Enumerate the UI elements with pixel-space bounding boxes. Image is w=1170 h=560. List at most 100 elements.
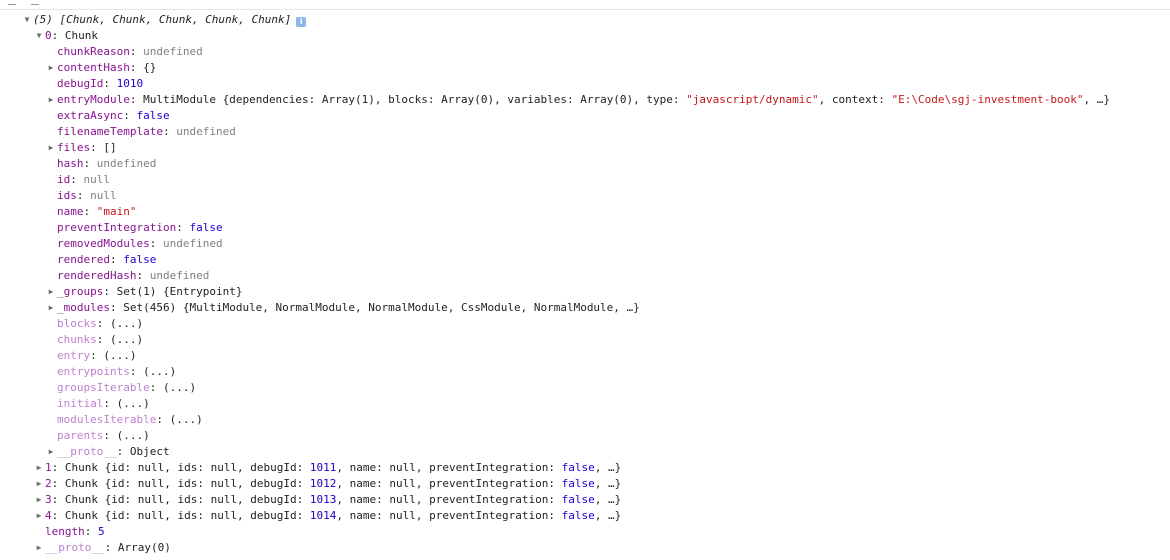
tree-row[interactable]: ▶ _groups: Set(1) {Entrypoint} xyxy=(0,284,1170,300)
tree-row: hash: undefined xyxy=(0,156,1170,172)
key-separator: : xyxy=(51,509,65,522)
property-value: false xyxy=(123,253,157,266)
console-output: ▼ (5) [Chunk, Chunk, Chunk, Chunk, Chunk… xyxy=(0,12,1170,560)
tree-row[interactable]: ▶ 3: Chunk {id: null, ids: null, debugId:… xyxy=(0,492,1170,508)
property-key: chunks xyxy=(57,333,97,346)
expand-down-icon[interactable]: ▼ xyxy=(23,12,31,28)
property-key: entrypoints xyxy=(57,365,130,378)
tree-row: length: 5 xyxy=(0,524,1170,540)
property-key: _groups xyxy=(57,285,104,298)
lazy-getter-value[interactable]: (...) xyxy=(110,317,143,330)
property-value: null xyxy=(90,189,117,202)
key-separator: : xyxy=(51,477,65,490)
key-separator: : xyxy=(109,301,124,314)
lazy-getter-value[interactable]: (...) xyxy=(110,333,143,346)
tree-row[interactable]: ▶ 1: Chunk {id: null, ids: null, debugId:… xyxy=(0,460,1170,476)
array-summary: (5) [Chunk, Chunk, Chunk, Chunk, Chunk] xyxy=(33,13,292,26)
property-key: 2 xyxy=(45,477,52,490)
tree-row: id: null xyxy=(0,172,1170,188)
key-separator: : xyxy=(176,221,190,234)
property-key: ids xyxy=(57,189,77,202)
property-value-part: , …} xyxy=(1083,93,1111,106)
property-value: false xyxy=(136,109,170,122)
tree-row: ids: null xyxy=(0,188,1170,204)
lazy-getter-value[interactable]: (...) xyxy=(103,349,136,362)
tree-row: debugId: 1010 xyxy=(0,76,1170,92)
key-separator: : xyxy=(162,125,177,138)
lazy-getter-value[interactable]: (...) xyxy=(117,397,150,410)
expand-right-icon[interactable]: ▶ xyxy=(35,492,43,508)
property-value: [] xyxy=(103,141,117,154)
expand-right-icon[interactable]: ▶ xyxy=(35,460,43,476)
expand-down-icon[interactable]: ▼ xyxy=(35,28,43,44)
tree-row: groupsIterable: (...) xyxy=(0,380,1170,396)
key-separator: : xyxy=(51,493,65,506)
array-header-row[interactable]: ▼ (5) [Chunk, Chunk, Chunk, Chunk, Chunk… xyxy=(0,12,1170,28)
property-value-part: false xyxy=(561,493,595,506)
property-key: debugId xyxy=(57,77,104,90)
property-value: Set(456) {MultiModule, NormalModule, Nor… xyxy=(123,301,640,314)
key-separator: : xyxy=(116,445,130,458)
property-key: contentHash xyxy=(57,61,130,74)
property-value: null xyxy=(83,173,111,186)
lazy-getter-value[interactable]: (...) xyxy=(163,381,196,394)
tree-row: entry: (...) xyxy=(0,348,1170,364)
property-key: 0 xyxy=(45,29,52,42)
property-key: blocks xyxy=(57,317,97,330)
key-separator: : xyxy=(83,205,97,218)
property-key: entry xyxy=(57,349,91,362)
key-separator: : xyxy=(83,157,97,170)
lazy-getter-value[interactable]: (...) xyxy=(170,413,203,426)
property-value-part: , name: null, preventIntegration: xyxy=(336,461,562,474)
tree-row[interactable]: ▶ entryModule: MultiModule {dependencies:… xyxy=(0,92,1170,108)
tree-row: extraAsync: false xyxy=(0,108,1170,124)
property-value-part: "javascript/dynamic" xyxy=(686,93,819,106)
expand-right-icon[interactable]: ▶ xyxy=(35,476,43,492)
key-separator: : xyxy=(96,333,110,346)
property-value: undefined xyxy=(162,237,223,250)
key-separator: : xyxy=(70,173,84,186)
key-separator: : xyxy=(103,77,117,90)
tree-row[interactable]: ▶ 2: Chunk {id: null, ids: null, debugId:… xyxy=(0,476,1170,492)
property-key: name xyxy=(57,205,84,218)
expand-right-icon[interactable]: ▶ xyxy=(47,92,55,108)
property-key: files xyxy=(57,141,91,154)
info-icon[interactable]: i xyxy=(296,17,307,27)
property-key: __proto__ xyxy=(57,445,117,458)
property-value-part: , name: null, preventIntegration: xyxy=(336,509,562,522)
tree-row: name: "main" xyxy=(0,204,1170,220)
key-separator: : xyxy=(156,413,170,426)
expand-right-icon[interactable]: ▶ xyxy=(47,140,55,156)
lazy-getter-value[interactable]: (...) xyxy=(143,365,176,378)
tree-row: parents: (...) xyxy=(0,428,1170,444)
tree-row[interactable]: ▶ files: [] xyxy=(0,140,1170,156)
key-separator: : xyxy=(51,461,65,474)
property-value-part: 1011 xyxy=(309,461,337,474)
devtools-top-strip xyxy=(0,0,1170,10)
lazy-getter-value[interactable]: (...) xyxy=(117,429,150,442)
key-separator: : xyxy=(84,525,98,538)
property-value-part: , …} xyxy=(594,493,622,506)
tree-row[interactable]: ▼ 0: Chunk xyxy=(0,28,1170,44)
property-key: __proto__ xyxy=(45,541,105,554)
key-separator: : xyxy=(109,253,124,266)
tree-row[interactable]: ▶ _modules: Set(456) {MultiModule, Normal… xyxy=(0,300,1170,316)
property-value-part: , context: xyxy=(818,93,892,106)
key-separator: : xyxy=(103,285,117,298)
expand-right-icon[interactable]: ▶ xyxy=(47,444,55,460)
property-value-part: , …} xyxy=(594,509,622,522)
tree-row[interactable]: ▶ __proto__: Array(0) xyxy=(0,540,1170,556)
property-value-part: "E:\Code\sgj-investment-book" xyxy=(891,93,1084,106)
tree-row[interactable]: ▶ contentHash: {} xyxy=(0,60,1170,76)
expand-right-icon[interactable]: ▶ xyxy=(47,300,55,316)
tree-row: renderedHash: undefined xyxy=(0,268,1170,284)
tree-row[interactable]: ▶ __proto__: Object xyxy=(0,444,1170,460)
tree-row[interactable]: ▶ 4: Chunk {id: null, ids: null, debugId:… xyxy=(0,508,1170,524)
expand-right-icon[interactable]: ▶ xyxy=(35,508,43,524)
expand-right-icon[interactable]: ▶ xyxy=(47,284,55,300)
object-tree: ▼ 0: Chunk chunkReason: undefined ▶ contentH… xyxy=(0,28,1170,556)
key-separator: : xyxy=(96,317,110,330)
key-separator: : xyxy=(129,45,144,58)
expand-right-icon[interactable]: ▶ xyxy=(35,540,43,556)
expand-right-icon[interactable]: ▶ xyxy=(47,60,55,76)
